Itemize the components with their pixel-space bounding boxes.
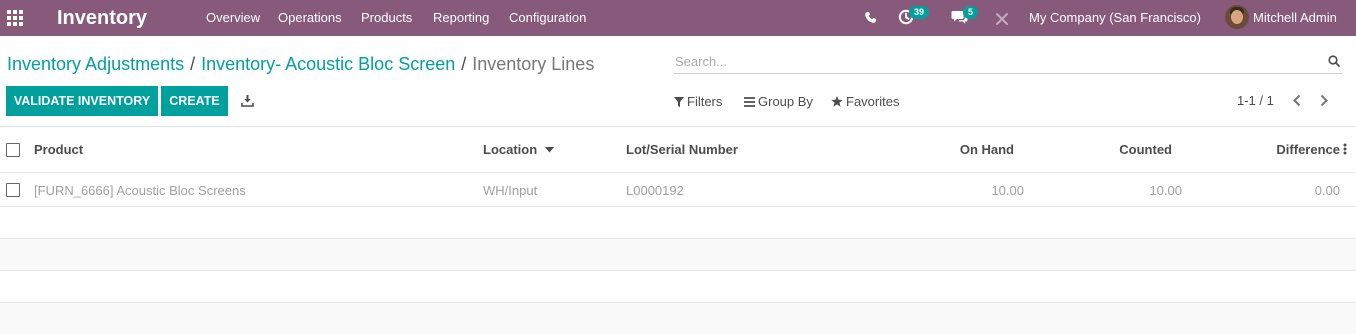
column-header-location[interactable]: Location — [483, 142, 554, 158]
empty-row — [0, 303, 1356, 334]
empty-row — [0, 271, 1356, 303]
filters-dropdown[interactable]: Filters — [674, 94, 722, 110]
menu-reporting[interactable]: Reporting — [433, 10, 489, 26]
empty-row — [0, 239, 1356, 271]
menu-configuration[interactable]: Configuration — [509, 10, 586, 26]
table-row[interactable]: [FURN_6666] Acoustic Bloc Screens WH/Inp… — [0, 173, 1356, 207]
column-header-difference[interactable]: Difference — [1276, 142, 1340, 158]
pager-next-icon[interactable] — [1319, 94, 1329, 107]
group-by-icon — [744, 97, 755, 107]
phone-icon[interactable] — [864, 11, 877, 24]
main-navbar: Inventory Overview Operations Products R… — [0, 0, 1356, 36]
favorites-label: Favorites — [846, 94, 900, 109]
optional-columns-icon[interactable] — [1343, 143, 1347, 155]
group-by-label: Group By — [758, 94, 813, 109]
group-by-dropdown[interactable]: Group By — [744, 94, 813, 110]
pager-previous-icon[interactable] — [1292, 94, 1302, 107]
filter-icon — [674, 97, 684, 107]
cell-lot: L0000192 — [626, 183, 684, 198]
create-button[interactable]: CREATE — [161, 86, 228, 116]
activity-count-badge: 39 — [909, 6, 930, 19]
breadcrumb-separator: / — [190, 54, 196, 74]
cell-product: [FURN_6666] Acoustic Bloc Screens — [34, 183, 246, 198]
user-avatar[interactable] — [1225, 5, 1249, 29]
breadcrumb-inventory-adjustments[interactable]: Inventory Adjustments — [7, 54, 184, 74]
table-header: Product Location Lot/Serial Number On Ha… — [0, 127, 1356, 173]
column-header-product[interactable]: Product — [34, 142, 83, 158]
pager-value[interactable]: 1-1 / 1 — [1237, 93, 1274, 109]
column-header-location-label: Location — [483, 142, 538, 157]
empty-row — [0, 207, 1356, 239]
app-title[interactable]: Inventory — [57, 5, 147, 31]
search-icon[interactable] — [1328, 55, 1340, 67]
column-header-lot[interactable]: Lot/Serial Number — [626, 142, 738, 158]
breadcrumb-current: Inventory Lines — [472, 54, 595, 74]
select-all-checkbox[interactable] — [6, 143, 20, 157]
apps-grid-icon[interactable] — [7, 10, 23, 26]
breadcrumb-separator: / — [461, 54, 467, 74]
breadcrumb-inventory-record[interactable]: Inventory- Acoustic Bloc Screen — [201, 54, 455, 74]
column-header-on-hand[interactable]: On Hand — [960, 142, 1014, 158]
cell-location: WH/Input — [483, 183, 538, 198]
menu-overview[interactable]: Overview — [206, 10, 260, 26]
menu-products[interactable]: Products — [361, 10, 412, 26]
validate-inventory-button[interactable]: VALIDATE INVENTORY — [6, 86, 158, 116]
cell-difference: 0.00 — [1314, 183, 1340, 198]
filters-label: Filters — [687, 94, 723, 109]
cell-counted: 10.00 — [1149, 183, 1182, 198]
debug-tools-icon[interactable] — [995, 12, 1009, 26]
menu-operations[interactable]: Operations — [278, 10, 342, 26]
breadcrumb: Inventory Adjustments / Inventory- Acousti… — [7, 53, 594, 75]
download-icon[interactable] — [241, 94, 254, 107]
messages-count-badge: 5 — [963, 6, 979, 19]
search-input[interactable] — [673, 51, 1317, 71]
sort-descending-icon — [544, 147, 554, 153]
favorites-dropdown[interactable]: Favorites — [831, 94, 899, 110]
star-icon — [831, 96, 843, 107]
search-bar — [673, 49, 1343, 74]
row-checkbox[interactable] — [6, 183, 20, 197]
column-header-counted[interactable]: Counted — [1119, 142, 1172, 158]
cell-on-hand: 10.00 — [991, 183, 1024, 198]
user-menu[interactable]: Mitchell Admin — [1253, 10, 1337, 26]
company-switcher[interactable]: My Company (San Francisco) — [1029, 10, 1201, 26]
